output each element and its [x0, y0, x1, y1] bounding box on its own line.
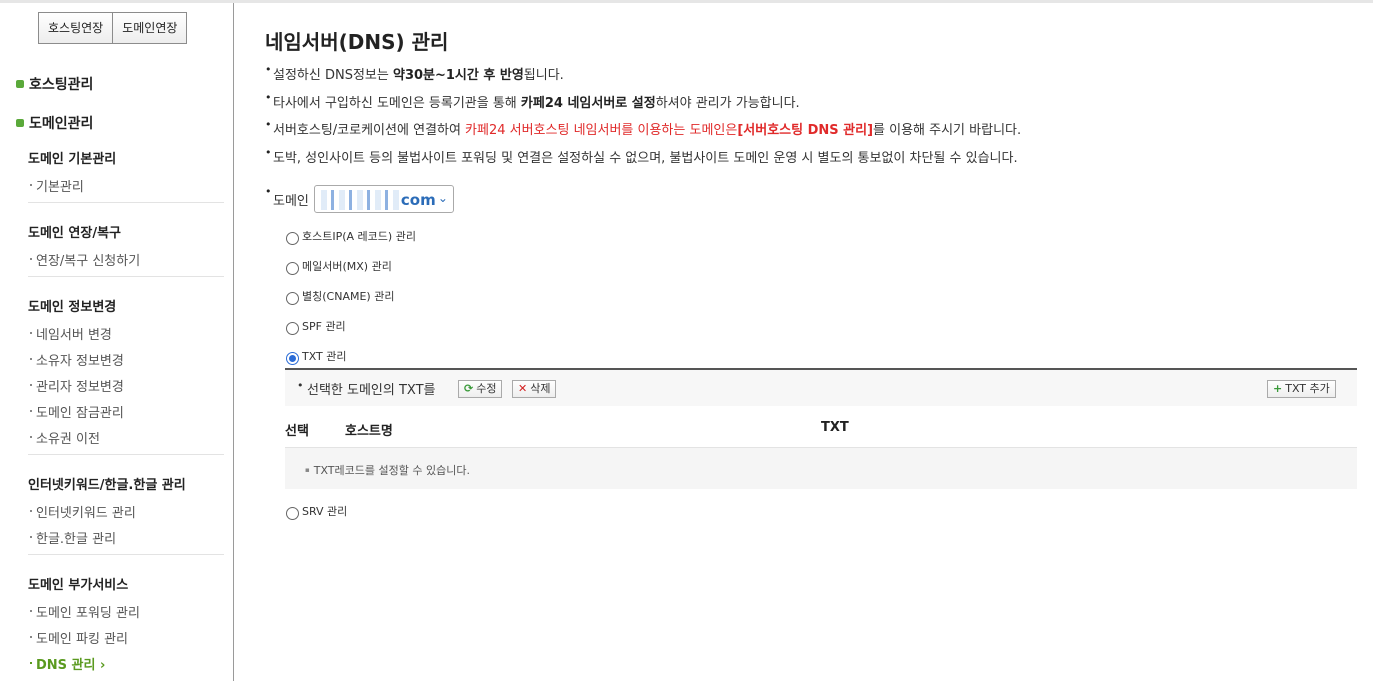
txt-record-panel: 선택한 도메인의 TXT를 ⟳수정 ✕삭제 +TXT 추가 선택 호스트명 TX… [285, 368, 1357, 489]
main-content: 네임서버(DNS) 관리 설정하신 DNS정보는 약30분~1시간 후 반영됩니… [235, 3, 1373, 681]
sidebar-item-dns-management[interactable]: DNS 관리 › [30, 654, 105, 673]
radio-button[interactable] [286, 291, 299, 305]
sidebar-item-domain-parking[interactable]: 도메인 파킹 관리 [30, 628, 128, 647]
radio-label: SPF 관리 [302, 320, 346, 333]
notice-other-registrar: 타사에서 구입하신 도메인은 등록기관을 통해 카페24 네임서버로 설정하셔야… [265, 91, 800, 111]
sidebar-item-label: 기본관리 [36, 180, 84, 195]
divider [28, 276, 224, 277]
menu-hosting-label: 호스팅관리 [29, 77, 94, 93]
radio-spf-record[interactable]: SPF 관리 [286, 318, 346, 335]
category-domain-extra: 도메인 부가서비스 [28, 578, 129, 593]
sidebar-item-label: DNS 관리 › [36, 658, 106, 673]
green-bullet-icon [16, 80, 24, 88]
sidebar-item-label: 관리자 정보변경 [36, 380, 124, 395]
sidebar-item-label: 도메인 포워딩 관리 [36, 606, 140, 621]
domain-value: com [400, 191, 436, 209]
dot-icon [30, 609, 32, 612]
radio-label: SRV 관리 [302, 505, 348, 518]
panel-header: 선택한 도메인의 TXT를 ⟳수정 ✕삭제 +TXT 추가 [285, 370, 1357, 406]
domain-label: 도메인 [273, 193, 309, 209]
dot-icon [30, 257, 32, 260]
sidebar-item-owner-info[interactable]: 소유자 정보변경 [30, 350, 124, 369]
chevron-down-icon: ⌄ [437, 191, 448, 205]
dot-icon [30, 183, 32, 186]
top-button-group: 호스팅연장 도메인연장 [38, 12, 188, 44]
green-bullet-icon [16, 119, 24, 127]
menu-hosting-management[interactable]: 호스팅관리 [16, 74, 93, 94]
radio-a-record[interactable]: 호스트IP(A 레코드) 관리 [286, 228, 416, 245]
delete-button[interactable]: ✕ 삭제 [512, 380, 557, 398]
notice-illegal-sites: 도박, 성인사이트 등의 불법사이트 포워딩 및 연결은 설정하실 수 없으며,… [265, 146, 1018, 166]
column-header-hostname: 호스트명 [345, 424, 393, 439]
empty-message: TXT레코드를 설정할 수 있습니다. [305, 462, 470, 478]
radio-txt-record[interactable]: TXT 관리 [286, 348, 347, 365]
column-header-txt: TXT [821, 420, 849, 435]
notice-apply-time: 설정하신 DNS정보는 약30분~1시간 후 반영됩니다. [265, 63, 564, 83]
category-domain-basic: 도메인 기본관리 [28, 152, 117, 167]
domain-selector-row: 도메인 com ⌄ [265, 185, 454, 213]
domain-extend-button[interactable]: 도메인연장 [113, 12, 188, 44]
sidebar-item-label: 소유자 정보변경 [36, 354, 124, 369]
sidebar-item-label: 한글.한글 관리 [36, 532, 117, 547]
hosting-extend-button[interactable]: 호스팅연장 [38, 12, 114, 44]
sidebar-item-nameserver-change[interactable]: 네임서버 변경 [30, 324, 112, 343]
sidebar-item-ownership-transfer[interactable]: 소유권 이전 [30, 428, 100, 447]
radio-button[interactable] [286, 321, 299, 335]
radio-label: 호스트IP(A 레코드) 관리 [302, 230, 416, 243]
dot-icon [30, 383, 32, 386]
notice-server-hosting: 서버호스팅/코로케이션에 연결하여 카페24 서버호스팅 네임서버를 이용하는 … [265, 118, 1021, 138]
dot-icon [30, 409, 32, 412]
dot-icon [30, 509, 32, 512]
sidebar-item-label: 소유권 이전 [36, 432, 100, 447]
sidebar-item-domain-lock[interactable]: 도메인 잠금관리 [30, 402, 124, 421]
page-title: 네임서버(DNS) 관리 [265, 30, 449, 54]
divider [28, 554, 224, 555]
sidebar-item-label: 도메인 파킹 관리 [36, 632, 128, 647]
category-domain-extend: 도메인 연장/복구 [28, 226, 121, 241]
sidebar-item-label: 네임서버 변경 [36, 328, 112, 343]
plus-icon: + [1273, 382, 1283, 395]
sidebar-item-extend-request[interactable]: 연장/복구 신청하기 [30, 250, 140, 269]
radio-button-checked[interactable] [286, 351, 299, 365]
radio-mx-record[interactable]: 메일서버(MX) 관리 [286, 258, 392, 275]
divider [28, 454, 224, 455]
domain-select[interactable]: com ⌄ [313, 185, 454, 213]
dot-icon [30, 435, 32, 438]
sidebar-item-label: 인터넷키워드 관리 [36, 506, 136, 521]
dot-icon [30, 535, 32, 538]
sidebar-item-hangul-domain[interactable]: 한글.한글 관리 [30, 528, 116, 547]
radio-cname-record[interactable]: 별칭(CNAME) 관리 [286, 288, 395, 305]
radio-button[interactable] [286, 231, 299, 245]
sidebar-item-basic-management[interactable]: 기본관리 [30, 176, 84, 195]
dot-icon [30, 357, 32, 360]
empty-table-row: TXT레코드를 설정할 수 있습니다. [285, 447, 1357, 489]
edit-button[interactable]: ⟳ 수정 [458, 380, 503, 398]
sidebar-item-admin-info[interactable]: 관리자 정보변경 [30, 376, 124, 395]
category-domain-info: 도메인 정보변경 [28, 300, 117, 315]
add-txt-button[interactable]: + TXT 추가 [1267, 380, 1336, 398]
dot-icon [30, 331, 32, 334]
dot-icon [30, 635, 32, 638]
radio-srv-record[interactable]: SRV 관리 [286, 503, 348, 520]
radio-label: 별칭(CNAME) 관리 [302, 290, 395, 303]
column-header-select: 선택 [285, 424, 309, 439]
radio-button[interactable] [286, 506, 299, 520]
divider [28, 202, 224, 203]
radio-label: 메일서버(MX) 관리 [302, 260, 392, 273]
masked-domain-name [320, 190, 401, 210]
menu-domain-management[interactable]: 도메인관리 [16, 113, 93, 133]
panel-heading: 선택한 도메인의 TXT를 [297, 379, 435, 398]
refresh-icon: ⟳ [464, 382, 474, 395]
radio-button[interactable] [286, 261, 299, 275]
radio-label: TXT 관리 [302, 350, 347, 363]
category-keyword: 인터넷키워드/한글.한글 관리 [28, 478, 186, 493]
menu-domain-label: 도메인관리 [29, 116, 94, 132]
sidebar-item-label: 연장/복구 신청하기 [36, 254, 141, 269]
close-icon: ✕ [518, 382, 528, 395]
sidebar-item-domain-forwarding[interactable]: 도메인 포워딩 관리 [30, 602, 140, 621]
sidebar: 호스팅연장 도메인연장 호스팅관리 도메인관리 도메인 기본관리 기본관리 도메… [0, 3, 234, 681]
sidebar-item-internet-keyword[interactable]: 인터넷키워드 관리 [30, 502, 136, 521]
dot-icon [30, 661, 32, 664]
sidebar-item-label: 도메인 잠금관리 [36, 406, 124, 421]
